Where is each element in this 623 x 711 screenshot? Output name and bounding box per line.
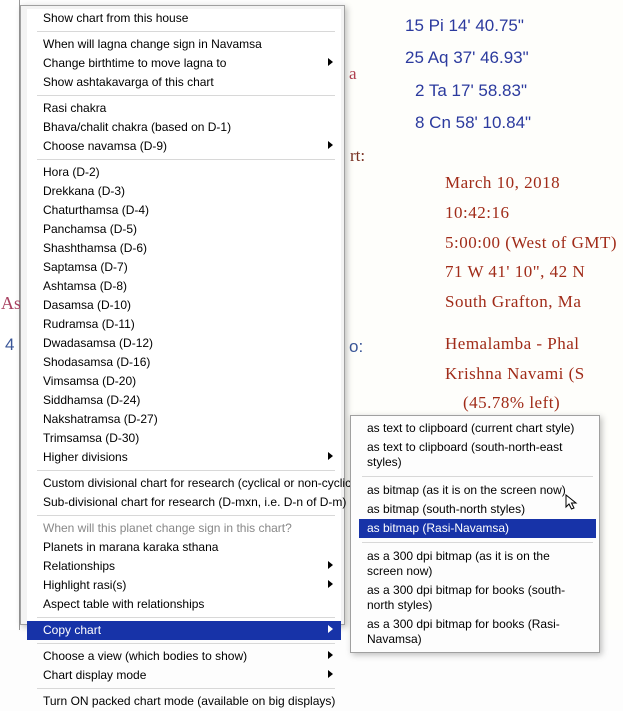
- chevron-right-icon: [328, 670, 333, 678]
- menu-higher-divisions[interactable]: Higher divisions: [27, 448, 341, 467]
- menu-packed-mode[interactable]: Turn ON packed chart mode (available on …: [27, 692, 341, 711]
- partial-char: 4: [5, 335, 14, 355]
- menu-custom-div[interactable]: Custom divisional chart for research (cy…: [27, 474, 341, 493]
- chevron-right-icon: [328, 580, 333, 588]
- partial-char: As: [1, 293, 21, 314]
- menu-hora[interactable]: Hora (D-2): [27, 163, 341, 182]
- chart-label-partial: rt:: [350, 146, 365, 166]
- menu-dasamsa[interactable]: Dasamsa (D-10): [27, 296, 341, 315]
- separator: [362, 542, 593, 543]
- separator: [37, 617, 335, 618]
- menu-relationships[interactable]: Relationships: [27, 557, 341, 576]
- menu-ashtamsa[interactable]: Ashtamsa (D-8): [27, 277, 341, 296]
- coord-line: 2 Ta 17' 58.83": [405, 75, 623, 107]
- separator: [37, 643, 335, 644]
- menu-saptamsa[interactable]: Saptamsa (D-7): [27, 258, 341, 277]
- menu-trimsamsa[interactable]: Trimsamsa (D-30): [27, 429, 341, 448]
- menu-highlight-rasi[interactable]: Highlight rasi(s): [27, 576, 341, 595]
- info-loc: 71 W 41' 10", 42 N: [445, 257, 617, 287]
- menu-show-chart-house[interactable]: Show chart from this house: [27, 9, 341, 28]
- menu-rudramsa[interactable]: Rudramsa (D-11): [27, 315, 341, 334]
- menu-shashthamsa[interactable]: Shashthamsa (D-6): [27, 239, 341, 258]
- menu-copy-chart[interactable]: Copy chart: [27, 621, 341, 640]
- info-date: March 10, 2018: [445, 168, 617, 198]
- separator: [37, 159, 335, 160]
- menu-sub-div[interactable]: Sub-divisional chart for research (D-mxn…: [27, 493, 341, 512]
- chevron-right-icon: [328, 58, 333, 66]
- sub-dpi-rasi[interactable]: as a 300 dpi bitmap for books (Rasi-Nava…: [359, 615, 596, 649]
- menu-chaturthamsa[interactable]: Chaturthamsa (D-4): [27, 201, 341, 220]
- coord-line: 15 Pi 14' 40.75": [405, 10, 623, 42]
- chevron-right-icon: [328, 651, 333, 659]
- separator: [37, 515, 335, 516]
- sub-text-sne[interactable]: as text to clipboard (south-north-east s…: [359, 438, 596, 472]
- info-time: 10:42:16: [445, 198, 617, 228]
- chevron-right-icon: [328, 141, 333, 149]
- chevron-right-icon: [328, 561, 333, 569]
- partial-char: o:: [349, 337, 363, 357]
- menu-display-mode[interactable]: Chart display mode: [27, 666, 341, 685]
- menu-rasi-chakra[interactable]: Rasi chakra: [27, 99, 341, 118]
- coord-line: 25 Aq 37' 46.93": [405, 42, 623, 74]
- info-place: South Grafton, Ma: [445, 287, 617, 317]
- menu-aspect-table[interactable]: Aspect table with relationships: [27, 595, 341, 614]
- partial-char: a: [349, 64, 357, 84]
- sub-dpi-sn[interactable]: as a 300 dpi bitmap for books (south-nor…: [359, 581, 596, 615]
- menu-panchamsa[interactable]: Panchamsa (D-5): [27, 220, 341, 239]
- context-menu: Show chart from this house When will lag…: [20, 5, 345, 625]
- copy-chart-submenu: as text to clipboard (current chart styl…: [350, 415, 600, 653]
- info-tz: 5:00:00 (West of GMT): [445, 228, 617, 258]
- menu-marana[interactable]: Planets in marana karaka sthana: [27, 538, 341, 557]
- sub-bmp-screen[interactable]: as bitmap (as it is on the screen now): [359, 481, 596, 500]
- coord-line: 8 Cn 58' 10.84": [405, 107, 623, 139]
- info-tithi: Krishna Navami (S: [445, 359, 617, 389]
- menu-dwadasamsa[interactable]: Dwadasamsa (D-12): [27, 334, 341, 353]
- chevron-right-icon: [328, 452, 333, 460]
- separator: [37, 31, 335, 32]
- separator: [37, 688, 335, 689]
- menu-vimsamsa[interactable]: Vimsamsa (D-20): [27, 372, 341, 391]
- menu-change-birthtime[interactable]: Change birthtime to move lagna to: [27, 54, 341, 73]
- separator: [37, 95, 335, 96]
- menu-bhava-chalit[interactable]: Bhava/chalit chakra (based on D-1): [27, 118, 341, 137]
- menu-choose-view[interactable]: Choose a view (which bodies to show): [27, 647, 341, 666]
- birth-info: March 10, 2018 10:42:16 5:00:00 (West of…: [445, 168, 617, 418]
- menu-nakshatramsa[interactable]: Nakshatramsa (D-27): [27, 410, 341, 429]
- menu-siddhamsa[interactable]: Siddhamsa (D-24): [27, 391, 341, 410]
- menu-show-ashtaka[interactable]: Show ashtakavarga of this chart: [27, 73, 341, 92]
- menu-shodasamsa[interactable]: Shodasamsa (D-16): [27, 353, 341, 372]
- info-pct: (45.78% left): [445, 388, 617, 418]
- separator: [37, 470, 335, 471]
- sub-text-current[interactable]: as text to clipboard (current chart styl…: [359, 419, 596, 438]
- menu-when-planet-disabled: When will this planet change sign in thi…: [27, 519, 341, 538]
- chevron-right-icon: [328, 625, 333, 633]
- sub-dpi-screen[interactable]: as a 300 dpi bitmap (as it is on the scr…: [359, 547, 596, 581]
- info-year: Hemalamba - Phal: [445, 329, 617, 359]
- separator: [362, 476, 593, 477]
- chart-background-strip: [0, 0, 20, 630]
- menu-drekkana[interactable]: Drekkana (D-3): [27, 182, 341, 201]
- sub-bmp-sn[interactable]: as bitmap (south-north styles): [359, 500, 596, 519]
- menu-when-lagna[interactable]: When will lagna change sign in Navamsa: [27, 35, 341, 54]
- menu-choose-navamsa[interactable]: Choose navamsa (D-9): [27, 137, 341, 156]
- sub-bmp-rasi-navamsa[interactable]: as bitmap (Rasi-Navamsa): [359, 519, 596, 538]
